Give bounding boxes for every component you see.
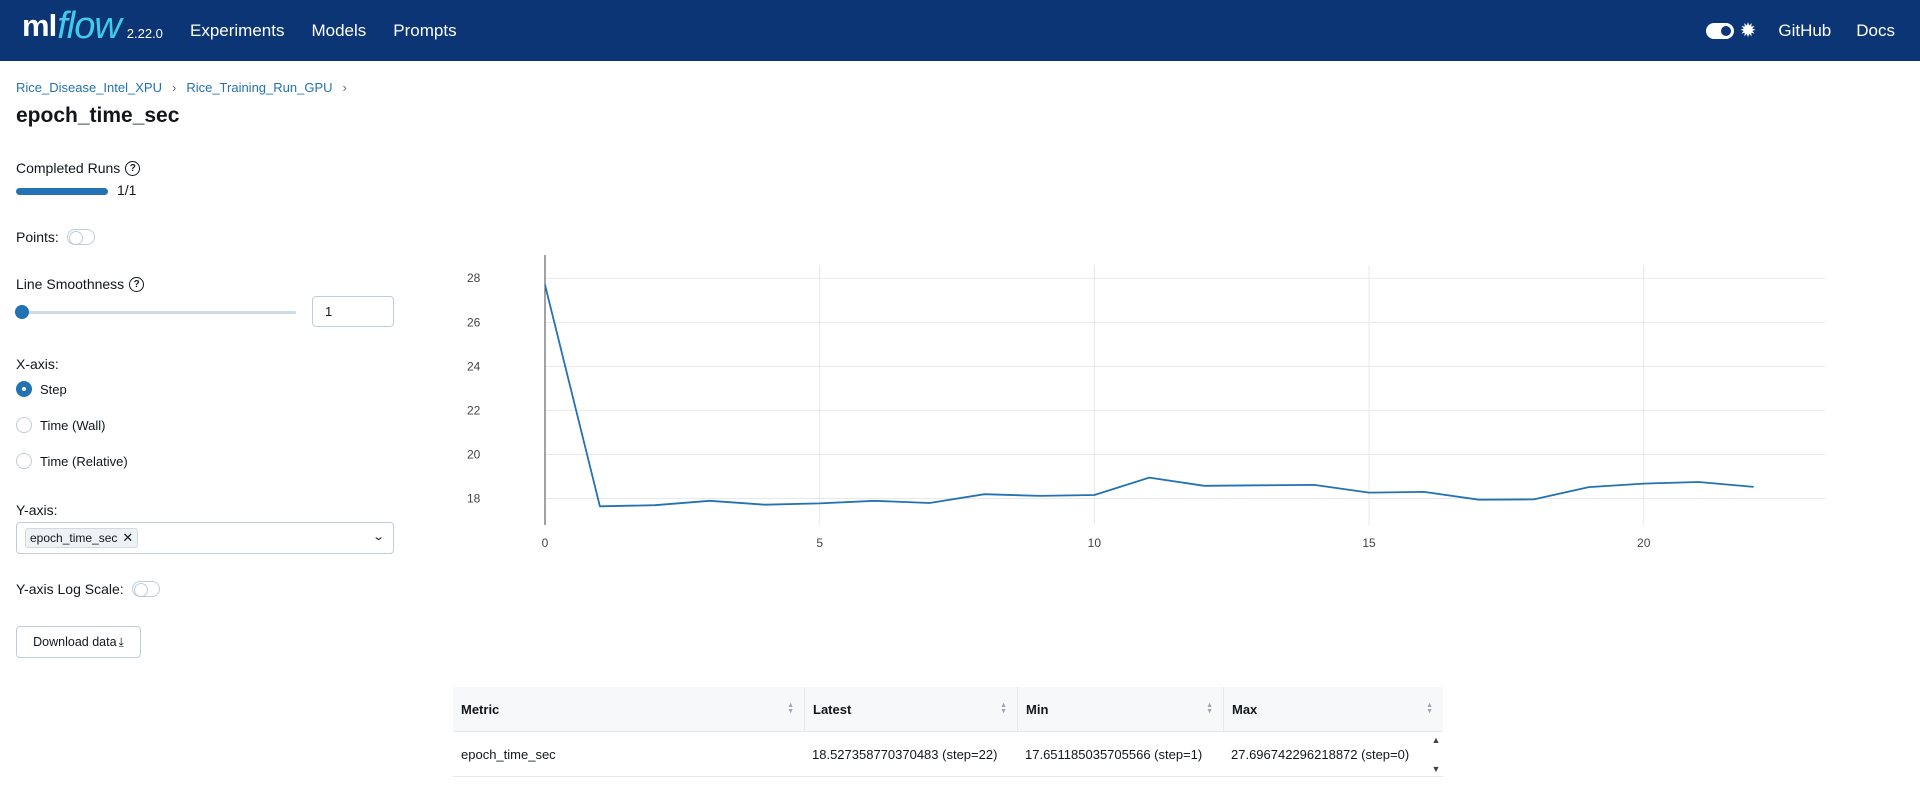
help-icon[interactable]: ? [125,160,141,176]
ylog-row: Y-axis Log Scale: [16,581,160,597]
completed-runs-count: 1/1 [117,182,137,198]
header-right: ✹ GitHub Docs [1705,0,1920,61]
scroll-down-icon[interactable]: ▼ [1432,764,1441,774]
github-link[interactable]: GitHub [1778,21,1831,41]
completed-runs-label-row: Completed Runs ? [16,160,141,176]
yaxis-select[interactable]: epoch_time_sec ✕ ⌄ [16,522,394,554]
logo-flow-text: flow [57,5,122,47]
radio-icon[interactable] [16,417,32,433]
sort-icon[interactable]: ▲ ▼ [787,702,794,715]
completed-runs-progress [16,188,108,195]
smoothness-label-row: Line Smoothness ? [16,276,145,292]
smoothness-slider-handle[interactable] [15,305,29,319]
points-toggle[interactable] [66,229,95,245]
x-tick-label: 20 [1637,536,1651,550]
col-header-label: Metric [461,701,500,717]
table-row: epoch_time_sec 18.527358770370483 (step=… [453,732,1443,777]
breadcrumb-experiment[interactable]: Rice_Disease_Intel_XPU [16,80,162,95]
smoothness-input[interactable]: 1 [312,296,394,327]
x-tick-label: 15 [1362,536,1376,550]
smoothness-slider-track[interactable] [22,311,296,314]
close-icon[interactable]: ✕ [122,530,133,546]
radio-icon[interactable] [16,453,32,469]
points-row: Points: [16,229,95,245]
yaxis-tag-label: epoch_time_sec [30,531,118,545]
x-tick-label: 0 [542,536,549,550]
col-header-min[interactable]: Min ▲ ▼ [1017,687,1223,731]
scroll-up-icon[interactable]: ▲ [1432,735,1441,745]
cell-min: 17.651185035705566 (step=1) [1025,746,1203,762]
y-tick-label: 18 [467,492,481,506]
download-label: Download data [33,635,117,649]
col-header-label: Max [1232,701,1258,717]
main-nav: Experiments Models Prompts [190,0,484,61]
chevron-down-icon[interactable]: ⌄ [372,530,385,543]
series-line [544,284,1754,508]
chevron-right-icon: › [171,80,177,95]
ylog-toggle[interactable] [131,581,160,597]
col-header-latest[interactable]: Latest ▲ ▼ [804,687,1017,731]
xaxis-option-time-relative[interactable]: Time (Relative) [16,453,128,469]
mlflow-logo[interactable]: ml flow 2.22.0 [22,6,163,46]
y-tick-label: 24 [467,359,481,373]
sort-icon[interactable]: ▲ ▼ [1426,702,1433,715]
xaxis-option-label: Time (Relative) [40,453,128,469]
help-icon[interactable]: ? [129,276,145,292]
dark-mode-toggle[interactable] [1705,22,1734,39]
y-tick-label: 20 [467,447,481,461]
sort-icon[interactable]: ▲ ▼ [1206,702,1213,715]
breadcrumb-run[interactable]: Rice_Training_Run_GPU [186,80,332,95]
xaxis-option-time-wall[interactable]: Time (Wall) [16,417,105,433]
sort-icon[interactable]: ▲ ▼ [1000,702,1007,715]
y-tick-label: 26 [467,315,481,329]
cell-max: 27.696742296218872 (step=0) [1231,746,1410,762]
xaxis-option-label: Time (Wall) [40,417,106,433]
version-label: 2.22.0 [126,26,163,41]
gear-icon[interactable]: ✹ [1740,21,1757,41]
col-header-max[interactable]: Max ▲ ▼ [1223,687,1443,731]
logo-ml-text: ml [22,8,57,43]
cell-metric: epoch_time_sec [461,746,556,762]
breadcrumb: Rice_Disease_Intel_XPU › Rice_Training_R… [16,80,357,95]
ylog-label: Y-axis Log Scale: [16,581,124,597]
chevron-right-icon: › [342,80,347,95]
points-label: Points: [16,229,59,245]
nav-prompts[interactable]: Prompts [393,21,456,41]
col-header-label: Min [1026,701,1049,717]
y-tick-label: 22 [467,403,481,417]
nav-models[interactable]: Models [311,21,366,41]
download-data-button[interactable]: Download data ⤓ [16,626,141,658]
nav-experiments[interactable]: Experiments [190,21,284,41]
col-header-metric[interactable]: Metric ▲ ▼ [453,687,804,731]
y-tick-label: 28 [467,271,481,285]
col-header-label: Latest [813,701,852,717]
docs-link[interactable]: Docs [1856,21,1895,41]
metrics-table: Metric ▲ ▼ Latest ▲ ▼ Min ▲ ▼ Max ▲ ▼ epoch_time… [453,687,1443,777]
completed-runs-label: Completed Runs [16,160,121,176]
xaxis-option-step[interactable]: Step [16,381,67,397]
smoothness-label: Line Smoothness [16,276,125,292]
yaxis-label: Y-axis: [16,502,58,518]
x-tick-label: 5 [816,536,823,550]
table-scrollbar[interactable]: ▲ ▼ [1429,732,1443,777]
top-nav-bar: ml flow 2.22.0 Experiments Models Prompts… [0,0,1920,61]
download-icon: ⤓ [118,634,124,649]
cell-latest: 18.527358770370483 (step=22) [812,746,998,762]
radio-selected-icon[interactable] [16,381,32,397]
table-header: Metric ▲ ▼ Latest ▲ ▼ Min ▲ ▼ Max ▲ ▼ [453,687,1443,732]
yaxis-tag: epoch_time_sec ✕ [25,528,139,548]
page-title: epoch_time_sec [16,104,180,127]
metric-chart[interactable]: 18 20 22 24 26 28 0 5 10 15 20 [440,255,1840,575]
xaxis-option-label: Step [40,381,67,397]
xaxis-label: X-axis: [16,356,59,372]
x-tick-label: 10 [1088,536,1102,550]
